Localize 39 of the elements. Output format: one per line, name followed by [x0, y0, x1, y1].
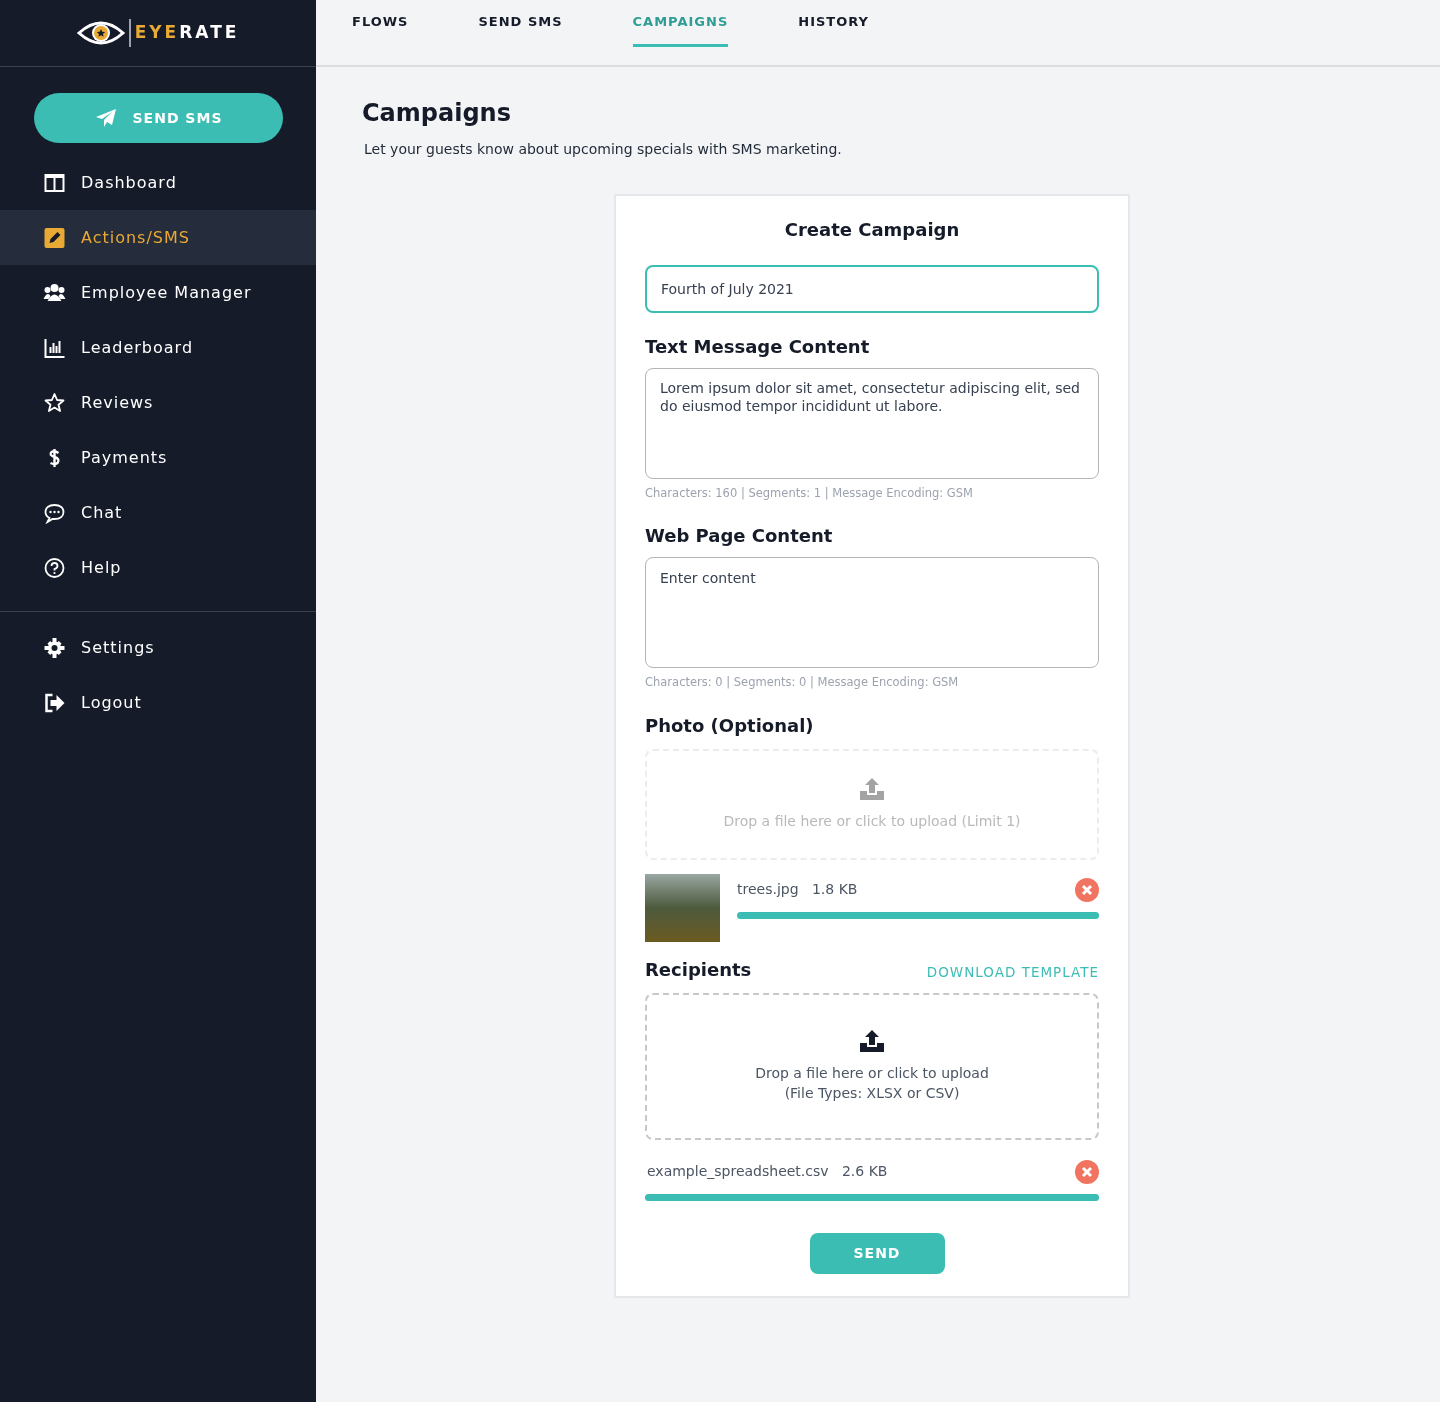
dropzone-text: Drop a file here or click to upload (File Types: XLSX or CSV) — [755, 1064, 989, 1103]
sidebar-item[interactable]: Chat — [0, 485, 316, 540]
web-content-field[interactable]: Enter content — [645, 557, 1099, 669]
file-dropzone[interactable]: Drop a file here or click to upload (File Types: XLSX or CSV) — [645, 992, 1099, 1140]
remove-file-button[interactable] — [1075, 877, 1099, 902]
sidebar-item[interactable]: Help — [0, 540, 316, 595]
page-subtitle: Let your guests know about upcoming specials with SMS marketing. — [364, 140, 843, 159]
paper-plane-icon — [94, 108, 117, 128]
section-label: Photo (Optional) — [645, 713, 815, 738]
close-icon — [1081, 883, 1093, 896]
sidebar-item[interactable]: Dashboard — [0, 155, 316, 210]
sidebar-item[interactable]: Employee Manager — [0, 265, 316, 320]
nav-tab[interactable]: FLOWS — [352, 0, 409, 47]
character-count: Characters: 160 | Segments: 1 | Message Encoding: GSM — [645, 485, 974, 502]
message-field[interactable]: Lorem ipsum dolor sit amet, consectetur adipiscing elit, sed do eiusmod tempor incididunt ut labore. — [645, 368, 1099, 479]
remove-file-button[interactable] — [1075, 1159, 1099, 1184]
upload-icon — [859, 1029, 885, 1053]
eye-logo-icon — [76, 19, 125, 47]
close-icon — [1081, 1165, 1093, 1178]
section-label: Recipients — [645, 957, 752, 982]
sidebar-item[interactable]: Settings — [0, 620, 316, 675]
sidebar-item[interactable]: Payments — [0, 430, 316, 485]
nav-tab[interactable]: HISTORY — [798, 0, 869, 47]
upload-icon — [859, 777, 885, 801]
sidebar-item[interactable]: Leaderboard — [0, 320, 316, 375]
section-label: Web Page Content — [645, 524, 834, 549]
sidebar-item[interactable]: Actions/SMS — [0, 210, 316, 265]
file-name: trees.jpg 1.8 KB — [737, 880, 858, 899]
form-title: Create Campaign — [783, 218, 961, 242]
file-name: example_spreadsheet.csv 2.6 KB — [647, 1162, 888, 1181]
logo-wordmark: EYE RATE — [134, 21, 240, 45]
nav-tab[interactable]: SEND SMS — [478, 0, 563, 47]
dropzone-text: Drop a file here or click to upload (Limit 1) — [723, 812, 1021, 831]
section-label: Text Message Content — [645, 335, 871, 359]
character-count: Characters: 0 | Segments: 0 | Message Encoding: GSM — [645, 674, 960, 692]
page-title: Campaigns — [362, 98, 512, 129]
campaign-name-field[interactable]: Fourth of July 2021 — [645, 265, 1099, 313]
sidebar-item[interactable]: Reviews — [0, 375, 316, 430]
sidebar-item[interactable]: Logout — [0, 675, 316, 730]
